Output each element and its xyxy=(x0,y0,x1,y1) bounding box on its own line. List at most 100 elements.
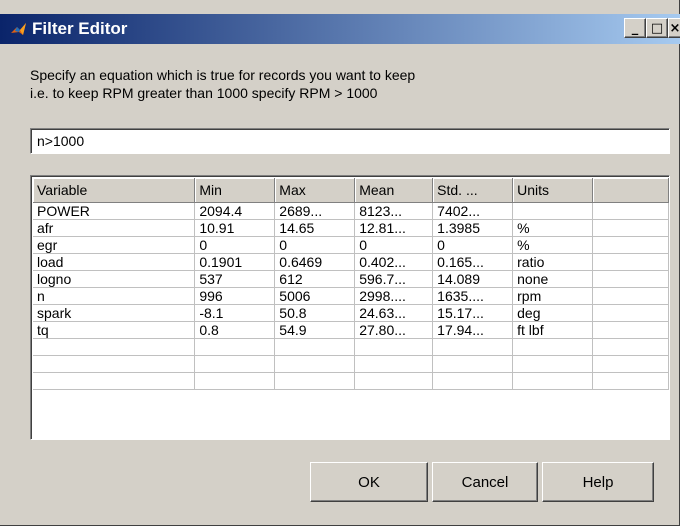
table-cell[interactable] xyxy=(592,202,669,220)
table-cell[interactable]: 50.8 xyxy=(274,304,356,322)
table-cell[interactable]: none xyxy=(512,270,594,288)
table-cell[interactable] xyxy=(194,338,276,356)
table-cell[interactable]: 996 xyxy=(194,287,276,305)
column-header[interactable]: Mean xyxy=(354,178,434,203)
table-cell[interactable]: 8123... xyxy=(354,202,434,220)
column-header[interactable]: Min xyxy=(194,178,276,203)
column-header[interactable]: Variable xyxy=(33,178,196,203)
table-cell[interactable]: 0.165... xyxy=(432,253,514,271)
table-row[interactable]: tq 0.8 54.9 27.80... 17.94... ft lbf xyxy=(33,321,669,339)
table-cell[interactable]: 0 xyxy=(194,236,276,254)
column-header[interactable]: Std. ... xyxy=(432,178,514,203)
table-cell[interactable]: 2689... xyxy=(274,202,356,220)
table-cell[interactable]: 15.17... xyxy=(432,304,514,322)
table-cell[interactable]: 2998.... xyxy=(354,287,434,305)
table-cell[interactable] xyxy=(33,355,196,373)
table-cell[interactable]: n xyxy=(33,287,196,305)
table-cell[interactable] xyxy=(592,253,669,271)
table-cell[interactable]: 0 xyxy=(432,236,514,254)
table-cell[interactable] xyxy=(512,338,594,356)
table-row[interactable] xyxy=(33,355,669,373)
table-cell[interactable] xyxy=(592,219,669,237)
table-cell[interactable]: 10.91 xyxy=(194,219,276,237)
table-row[interactable]: logno 537 612 596.7... 14.089 none xyxy=(33,270,669,288)
table-cell[interactable]: 0.8 xyxy=(194,321,276,339)
table-row[interactable] xyxy=(33,338,669,356)
table-cell[interactable]: 54.9 xyxy=(274,321,356,339)
close-button[interactable]: × xyxy=(668,18,680,38)
column-header[interactable]: Max xyxy=(274,178,356,203)
table-cell[interactable]: 1635.... xyxy=(432,287,514,305)
help-button[interactable]: Help xyxy=(542,462,654,502)
table-cell[interactable] xyxy=(432,338,514,356)
table-cell[interactable]: -8.1 xyxy=(194,304,276,322)
column-header[interactable]: Units xyxy=(512,178,594,203)
table-cell[interactable]: 0.1901 xyxy=(194,253,276,271)
table-cell[interactable]: egr xyxy=(33,236,196,254)
table-cell[interactable]: 17.94... xyxy=(432,321,514,339)
table-cell[interactable]: afr xyxy=(33,219,196,237)
table-cell[interactable] xyxy=(512,355,594,373)
table-cell[interactable]: 7402... xyxy=(432,202,514,220)
table-cell[interactable]: 0.402... xyxy=(354,253,434,271)
table-row[interactable]: spark -8.1 50.8 24.63... 15.17... deg xyxy=(33,304,669,322)
table-cell[interactable]: load xyxy=(33,253,196,271)
minimize-button[interactable]: _ xyxy=(624,18,646,38)
table-cell[interactable] xyxy=(33,372,196,390)
table-cell[interactable]: 14.089 xyxy=(432,270,514,288)
table-cell[interactable] xyxy=(33,338,196,356)
table-cell[interactable]: logno xyxy=(33,270,196,288)
table-cell[interactable] xyxy=(592,270,669,288)
table-row[interactable]: n 996 5006 2998.... 1635.... rpm xyxy=(33,287,669,305)
table-cell[interactable]: deg xyxy=(512,304,594,322)
table-cell[interactable] xyxy=(274,338,356,356)
table-cell[interactable]: 27.80... xyxy=(354,321,434,339)
title-bar[interactable]: Filter Editor _ □ × xyxy=(0,14,680,44)
table-row[interactable] xyxy=(33,372,669,390)
table-cell[interactable]: 1.3985 xyxy=(432,219,514,237)
table-cell[interactable]: 2094.4 xyxy=(194,202,276,220)
table-row[interactable]: afr 10.91 14.65 12.81... 1.3985% xyxy=(33,219,669,237)
table-cell[interactable] xyxy=(194,372,276,390)
table-cell[interactable]: ratio xyxy=(512,253,594,271)
table-cell[interactable]: tq xyxy=(33,321,196,339)
table-cell[interactable]: 596.7... xyxy=(354,270,434,288)
table-cell[interactable] xyxy=(592,338,669,356)
table-cell[interactable]: % xyxy=(512,236,594,254)
table-cell[interactable] xyxy=(274,355,356,373)
table-cell[interactable] xyxy=(592,304,669,322)
table-cell[interactable]: 24.63... xyxy=(354,304,434,322)
variables-table[interactable]: Variable Min Max Mean Std. ... Units POWER 209… xyxy=(30,175,670,440)
table-cell[interactable] xyxy=(592,321,669,339)
table-cell[interactable]: 0.6469 xyxy=(274,253,356,271)
table-cell[interactable] xyxy=(592,355,669,373)
table-cell[interactable] xyxy=(194,355,276,373)
table-cell[interactable]: POWER xyxy=(33,202,196,220)
table-cell[interactable]: 12.81... xyxy=(354,219,434,237)
ok-button[interactable]: OK xyxy=(310,462,428,502)
table-cell[interactable] xyxy=(432,355,514,373)
column-header[interactable] xyxy=(592,178,669,203)
table-cell[interactable] xyxy=(354,372,434,390)
table-cell[interactable]: % xyxy=(512,219,594,237)
table-cell[interactable]: ft lbf xyxy=(512,321,594,339)
table-cell[interactable]: 537 xyxy=(194,270,276,288)
table-cell[interactable] xyxy=(354,338,434,356)
maximize-button[interactable]: □ xyxy=(646,18,668,38)
table-cell[interactable]: rpm xyxy=(512,287,594,305)
table-cell[interactable] xyxy=(432,372,514,390)
table-cell[interactable] xyxy=(592,287,669,305)
table-cell[interactable] xyxy=(354,355,434,373)
equation-input[interactable]: n>1000 xyxy=(30,128,670,154)
table-cell[interactable] xyxy=(274,372,356,390)
table-row[interactable]: egr 0 0 0 0% xyxy=(33,236,669,254)
table-row[interactable]: load 0.1901 0.6469 0.402... 0.165... ratio xyxy=(33,253,669,271)
table-row[interactable]: POWER 2094.4 2689... 8123... 7402... xyxy=(33,202,669,220)
table-cell[interactable] xyxy=(592,236,669,254)
table-cell[interactable]: spark xyxy=(33,304,196,322)
table-cell[interactable]: 0 xyxy=(274,236,356,254)
table-cell[interactable] xyxy=(512,372,594,390)
table-cell[interactable]: 14.65 xyxy=(274,219,356,237)
table-cell[interactable] xyxy=(512,202,594,220)
table-cell[interactable]: 5006 xyxy=(274,287,356,305)
